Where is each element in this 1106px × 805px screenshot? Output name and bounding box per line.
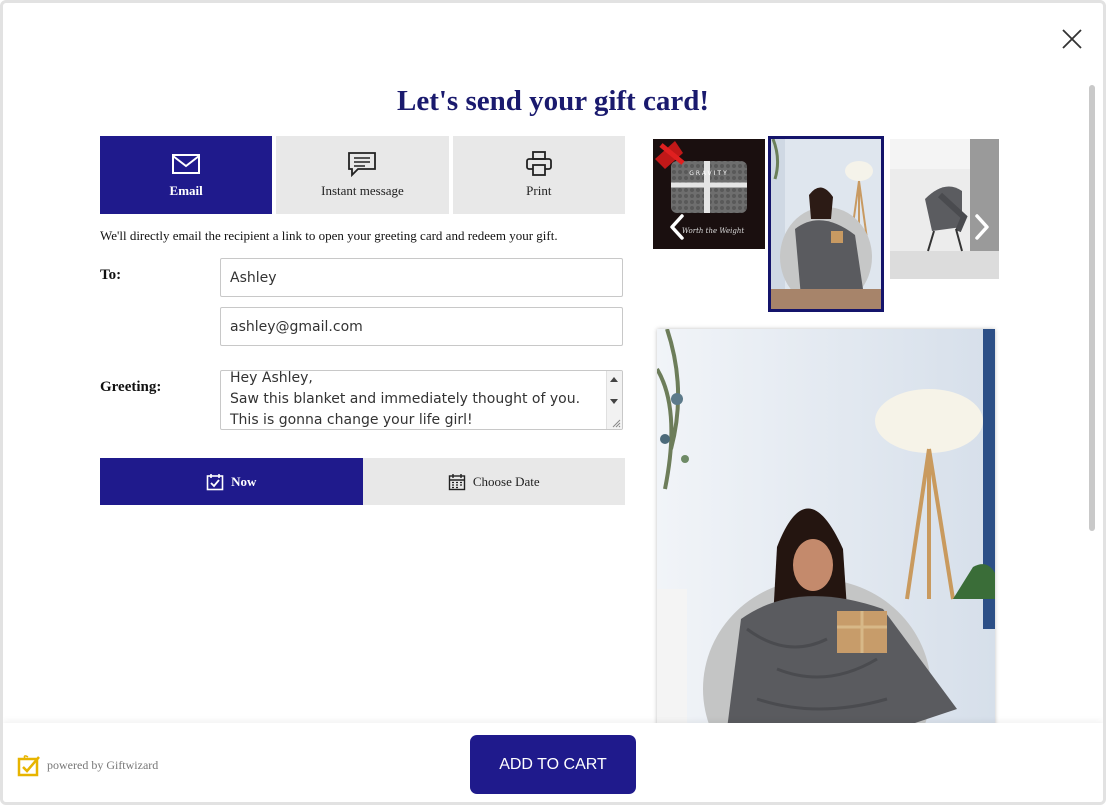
envelope-icon — [171, 151, 201, 177]
tab-print-label: Print — [526, 183, 552, 198]
greeting-textarea[interactable]: Hey Ashley, Saw this blanket and immedia… — [220, 370, 623, 430]
tab-instant-message-label: Instant message — [321, 183, 404, 198]
powered-by-giftwizard[interactable]: powered by Giftwizard — [17, 753, 158, 777]
choose-date-button[interactable]: Choose Date — [362, 458, 625, 505]
dialog-scrollbar[interactable] — [1089, 85, 1095, 531]
email-description: We'll directly email the recipient a lin… — [100, 228, 558, 243]
greeting-text: Hey Ashley, Saw this blanket and immedia… — [230, 370, 581, 428]
now-button[interactable]: Now — [100, 458, 363, 505]
tab-print[interactable]: Print — [452, 136, 625, 214]
chair-blanket-thumbnail[interactable] — [890, 139, 999, 279]
close-icon — [1062, 29, 1082, 49]
greeting-label: Greeting: — [100, 379, 162, 395]
recipient-email-input[interactable]: ashley@gmail.com — [220, 307, 623, 346]
tab-email-label: Email — [169, 183, 203, 198]
recipient-name-input[interactable]: Ashley — [220, 258, 623, 297]
delivery-method-tabs: Email Instant message Print — [100, 136, 625, 214]
to-label: To: — [100, 267, 122, 283]
choose-date-label: Choose Date — [472, 473, 540, 489]
tab-instant-message[interactable]: Instant message — [276, 136, 449, 214]
chevron-left-icon — [670, 214, 684, 240]
card-design-gallery: GRAVITY Worth the Weight — [653, 136, 999, 314]
gallery-next-button[interactable] — [971, 212, 993, 242]
now-label: Now — [231, 473, 257, 489]
calendar-check-icon — [206, 473, 224, 490]
dialog-footer: powered by Giftwizard ADD TO CART — [3, 723, 1103, 802]
woman-blanket-thumbnail[interactable] — [768, 136, 884, 312]
resize-grip-icon[interactable] — [611, 418, 621, 428]
gallery-prev-button[interactable] — [666, 212, 688, 242]
gravity-brand-text: GRAVITY — [689, 170, 729, 177]
card-preview-image — [657, 329, 995, 729]
printer-icon — [524, 151, 554, 177]
scroll-down-arrow-icon[interactable] — [610, 399, 618, 404]
add-to-cart-button[interactable]: ADD TO CART — [470, 735, 636, 794]
delivery-time-selector: Now Choose Date — [100, 458, 625, 505]
giftwizard-logo-icon — [17, 755, 40, 777]
dialog-title: Let's send your gift card! — [396, 85, 709, 117]
gravity-tagline-text: Worth the Weight — [682, 227, 745, 235]
scroll-up-arrow-icon[interactable] — [610, 377, 618, 382]
powered-by-text: powered by Giftwizard — [47, 757, 159, 772]
calendar-icon — [448, 473, 466, 490]
chevron-right-icon — [975, 214, 989, 240]
tab-email[interactable]: Email — [100, 136, 273, 214]
close-button[interactable] — [1060, 27, 1084, 51]
gift-card-dialog: Let's send your gift card! Email Instant… — [0, 0, 1106, 805]
message-icon — [347, 151, 377, 177]
